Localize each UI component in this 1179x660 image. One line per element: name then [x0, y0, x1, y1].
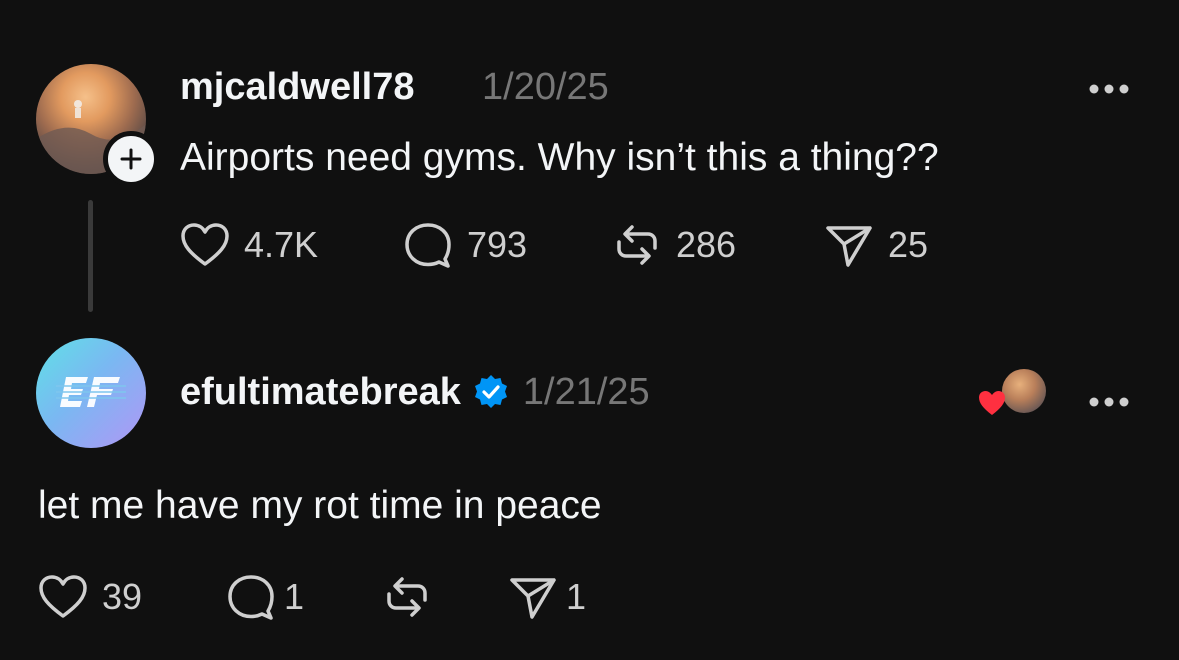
share-icon — [510, 578, 556, 619]
post-like-count: 4.7K — [244, 224, 319, 265]
verified-icon — [474, 375, 507, 408]
liked-by-author-heart — [977, 389, 1007, 422]
heart-icon — [979, 391, 1005, 415]
post-text: Airports need gyms. Why isn’t this a thi… — [180, 136, 939, 179]
reply-date: 1/21/25 — [522, 371, 650, 413]
reply-username[interactable]: efultimatebreak — [180, 373, 461, 411]
repost-icon — [617, 225, 657, 265]
post-repost-button[interactable]: 286 — [612, 222, 736, 268]
ef-logo-icon — [56, 377, 126, 407]
more-icon — [1089, 397, 1129, 407]
post-username[interactable]: mjcaldwell78 — [180, 68, 414, 106]
repost-icon — [387, 577, 427, 617]
more-icon — [1089, 84, 1129, 94]
heart-icon — [39, 575, 87, 618]
reply-header: efultimatebreak 1/21/25 — [180, 373, 650, 411]
post-reply-button[interactable]: 793 — [403, 222, 527, 268]
reply-share-button[interactable]: 1 — [508, 574, 586, 620]
post-repost-count: 286 — [676, 224, 737, 265]
liked-by-author-avatar — [1002, 369, 1046, 413]
plus-icon — [120, 148, 142, 170]
heart-icon — [181, 223, 229, 266]
reply-author-avatar[interactable] — [36, 338, 146, 448]
reply-reply-button[interactable]: 1 — [226, 574, 304, 620]
post-like-button[interactable]: 4.7K — [180, 222, 318, 268]
reply-like-button[interactable]: 39 — [38, 574, 142, 620]
post-share-count: 25 — [888, 224, 929, 265]
post-share-button[interactable]: 25 — [824, 222, 928, 268]
comment-icon — [405, 223, 451, 268]
reply-text: let me have my rot time in peace — [38, 484, 602, 527]
post-reply-count: 793 — [467, 224, 528, 265]
reply-repost-button[interactable] — [382, 574, 432, 620]
thread-line — [88, 200, 93, 312]
reply-share-count: 1 — [566, 576, 587, 617]
reply-more-button[interactable] — [1088, 383, 1130, 417]
follow-plus-button[interactable] — [103, 131, 159, 187]
comment-icon — [228, 575, 274, 620]
share-icon — [826, 226, 872, 267]
reply-reply-count: 1 — [284, 576, 305, 617]
post-more-button[interactable] — [1088, 70, 1130, 104]
reply-like-count: 39 — [102, 576, 143, 617]
post-date: 1/20/25 — [482, 66, 609, 108]
